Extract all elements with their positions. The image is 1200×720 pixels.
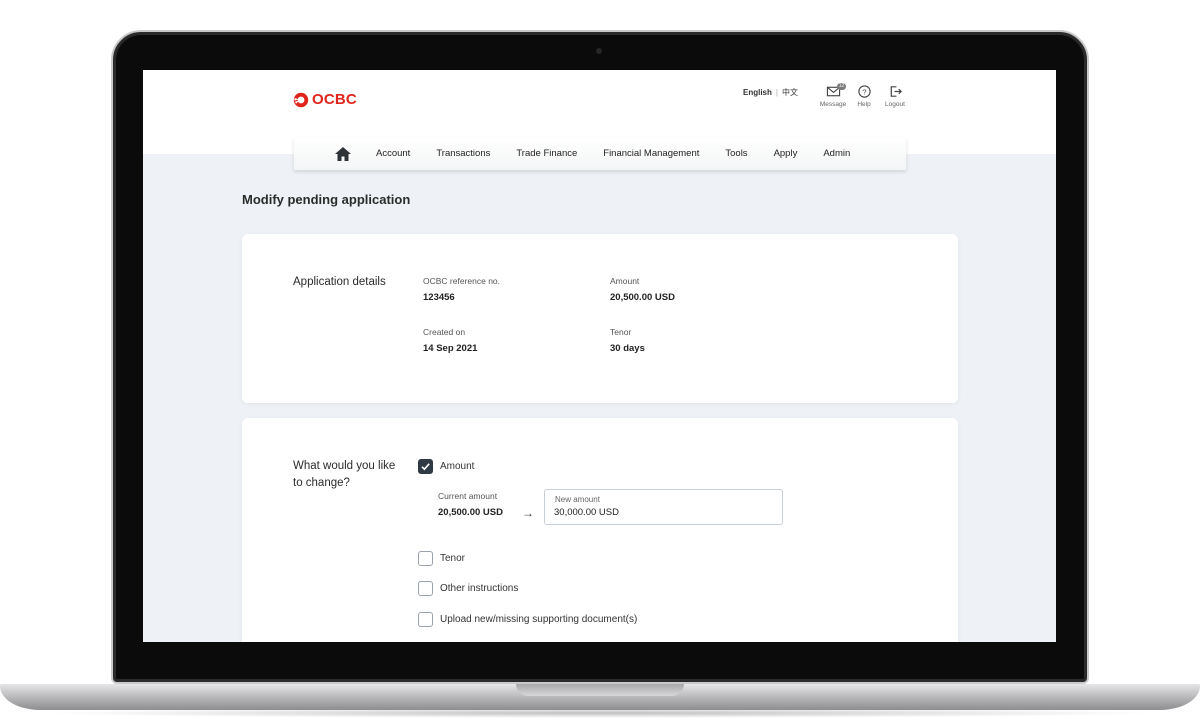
lang-chinese[interactable]: 中文: [782, 87, 798, 98]
option-upload-documents[interactable]: Upload new/missing supporting document(s…: [418, 612, 637, 627]
amount-value: 20,500.00 USD: [610, 292, 675, 303]
checkmark-icon: [421, 463, 430, 471]
new-amount-label: New amount: [555, 495, 600, 504]
tenor-label: Tenor: [610, 327, 632, 337]
tenor-checkbox[interactable]: [418, 551, 433, 566]
page-title: Modify pending application: [242, 192, 411, 207]
logout-button[interactable]: Logout: [875, 84, 915, 108]
option-amount[interactable]: Amount: [418, 459, 474, 474]
lang-english[interactable]: English: [743, 88, 772, 97]
tenor-option-label: Tenor: [440, 553, 466, 564]
message-label: Message: [819, 101, 847, 108]
ocbc-logo-icon: [293, 92, 309, 107]
nav-trade-finance[interactable]: Trade Finance: [516, 148, 577, 159]
reference-label: OCBC reference no.: [423, 276, 501, 286]
lang-separator: |: [775, 88, 778, 97]
laptop-notch: [516, 684, 684, 696]
new-amount-field[interactable]: New amount: [544, 489, 783, 525]
change-question-line2: to change?: [293, 477, 350, 489]
nav-tools[interactable]: Tools: [725, 148, 747, 159]
option-other-instructions[interactable]: Other instructions: [418, 581, 518, 596]
amount-checkbox[interactable]: [418, 459, 433, 474]
new-amount-input[interactable]: [554, 507, 774, 518]
reference-value: 123456: [423, 292, 455, 303]
application-details-card: Application details OCBC reference no. 1…: [242, 234, 958, 403]
nav-transactions[interactable]: Transactions: [436, 148, 490, 159]
camera-dot: [596, 48, 602, 54]
ocbc-logo[interactable]: OCBC: [293, 91, 357, 108]
help-label: Help: [857, 101, 871, 108]
current-amount-value: 20,500.00 USD: [438, 507, 503, 518]
nav-admin[interactable]: Admin: [823, 148, 850, 159]
brand-name: OCBC: [312, 91, 357, 108]
logout-icon: [890, 86, 902, 97]
help-icon: ?: [857, 85, 871, 98]
current-amount-label: Current amount: [438, 491, 498, 501]
screen: OCBC English | 中文 12 Message ? Help Logo…: [143, 70, 1056, 642]
svg-text:?: ?: [862, 87, 866, 96]
application-details-label: Application details: [293, 276, 386, 288]
language-switcher: English | 中文: [743, 87, 798, 98]
other-instructions-checkbox[interactable]: [418, 581, 433, 596]
amount-option-label: Amount: [440, 461, 475, 472]
change-question-label: What would you like to change?: [293, 458, 395, 492]
upload-documents-checkbox[interactable]: [418, 612, 433, 627]
change-options-card: What would you like to change? Amount Cu…: [242, 418, 958, 642]
created-label: Created on: [423, 327, 466, 337]
main-nav: Account Transactions Trade Finance Finan…: [294, 137, 906, 170]
arrow-right-icon: →: [522, 506, 534, 520]
amount-label: Amount: [610, 276, 640, 286]
other-instructions-label: Other instructions: [440, 583, 519, 594]
option-tenor[interactable]: Tenor: [418, 551, 465, 566]
nav-apply[interactable]: Apply: [774, 148, 798, 159]
nav-account[interactable]: Account: [376, 148, 410, 159]
created-value: 14 Sep 2021: [423, 343, 478, 354]
change-question-line1: What would you like: [293, 460, 396, 472]
home-icon[interactable]: [334, 146, 352, 162]
tenor-value: 30 days: [610, 343, 645, 354]
logout-label: Logout: [885, 101, 905, 108]
nav-financial-management[interactable]: Financial Management: [603, 148, 699, 159]
upload-documents-label: Upload new/missing supporting document(s…: [440, 614, 638, 625]
